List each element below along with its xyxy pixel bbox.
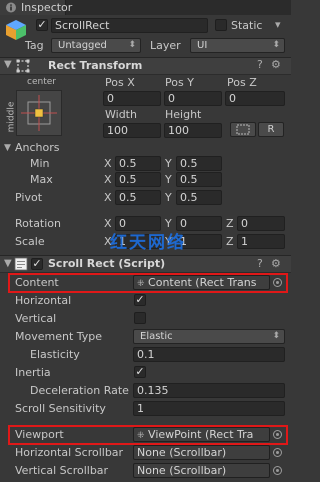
raw-edit-button[interactable]: R [258,122,284,137]
pivot-label: Pivot [15,191,43,204]
chevron-down-icon[interactable]: ▾ [275,18,281,31]
width-label: Width [105,108,137,121]
rect-transform-icon [16,59,30,73]
scroll-rect-title: Scroll Rect (Script) [48,257,166,270]
rect-transform-header[interactable] [0,57,291,75]
anchor-preset-button[interactable] [16,90,62,136]
object-picker-icon[interactable] [273,448,282,457]
pos-x-input[interactable]: 0 [103,91,161,106]
watermark-logo: 红天网络 [110,233,186,253]
horizontal-scrollbar-field[interactable]: None (Scrollbar) [133,445,270,460]
anchor-preset-icon [21,95,57,131]
tag-label: Tag [25,39,44,52]
min-y-input[interactable]: 0.5 [176,156,222,171]
foldout-arrow-icon[interactable]: ▼ [4,59,12,70]
static-checkbox[interactable] [215,19,227,31]
pos-y-input[interactable]: 0 [164,91,222,106]
layer-label: Layer [150,39,181,52]
pivot-y-input[interactable]: 0.5 [176,190,222,205]
active-checkbox[interactable]: ✓ [36,19,48,31]
pos-x-label: Pos X [105,76,135,89]
max-x-axis-label: X [104,173,112,186]
max-label: Max [30,173,53,186]
max-y-input[interactable]: 0.5 [176,172,222,187]
elasticity-input[interactable]: 0.1 [133,347,285,362]
scale-z-axis-label: Z [226,235,234,248]
scroll-sensitivity-label: Scroll Sensitivity [15,402,106,415]
pivot-x-input[interactable]: 0.5 [115,190,161,205]
vertical-scrollbar-field[interactable]: None (Scrollbar) [133,463,270,478]
min-label: Min [30,157,50,170]
max-y-axis-label: Y [165,173,172,186]
tab-inspector[interactable]: Inspector [0,0,72,15]
info-icon [6,2,16,13]
scroll-rect-enabled-checkbox[interactable]: ✓ [31,258,43,270]
tab-bar: Inspector [0,0,291,15]
settings-gear-icon[interactable]: ⚙ [271,257,281,270]
vertical-label: Vertical [15,312,57,325]
highlight-box [8,273,288,293]
pivot-y-axis-label: Y [165,191,172,204]
rect-transform-title: Rect Transform [48,59,143,72]
min-x-input[interactable]: 0.5 [115,156,161,171]
blueprint-mode-button[interactable] [230,122,256,137]
foldout-arrow-icon[interactable]: ▼ [4,258,12,269]
inertia-checkbox[interactable]: ✓ [134,366,146,378]
horizontal-checkbox[interactable]: ✓ [134,294,146,306]
layer-dropdown[interactable]: UI [190,38,285,53]
tag-dropdown[interactable]: Untagged [51,38,141,53]
max-x-input[interactable]: 0.5 [115,172,161,187]
pos-z-input[interactable]: 0 [225,91,285,106]
raw-edit-label: R [267,124,275,135]
horizontal-scrollbar-label: Horizontal Scrollbar [15,446,124,459]
anchors-foldout-icon[interactable]: ▼ [4,143,11,153]
pivot-x-axis-label: X [104,191,112,204]
tab-label: Inspector [21,1,73,14]
horizontal-label: Horizontal [15,294,72,307]
height-input[interactable]: 100 [164,123,222,138]
scale-z-input[interactable]: 1 [237,234,285,249]
rotation-z-input[interactable]: 0 [237,216,285,231]
vertical-checkbox[interactable] [134,312,146,324]
min-x-axis-label: X [104,157,112,170]
anchors-label: Anchors [15,141,60,154]
settings-gear-icon[interactable]: ⚙ [271,58,281,71]
pos-z-label: Pos Z [227,76,257,89]
inertia-label: Inertia [15,366,51,379]
vertical-scrollbar-label: Vertical Scrollbar [15,464,109,477]
anchor-h-label: center [27,77,56,87]
help-icon[interactable]: ? [257,58,263,71]
pos-y-label: Pos Y [165,76,194,89]
scale-label: Scale [15,235,45,248]
blueprint-icon [236,124,250,135]
width-input[interactable]: 100 [103,123,161,138]
highlight-box [8,425,288,445]
object-picker-icon[interactable] [273,466,282,475]
movement-type-label: Movement Type [15,330,103,343]
anchor-v-label: middle [6,101,17,133]
scroll-sensitivity-input[interactable]: 1 [133,401,285,416]
rot-z-axis-label: Z [226,217,234,230]
deceleration-rate-input[interactable]: 0.135 [133,383,285,398]
help-icon[interactable]: ? [257,257,263,270]
object-name-input[interactable]: ScrollRect [51,18,208,33]
rotation-label: Rotation [15,217,62,230]
height-label: Height [165,108,202,121]
movement-type-dropdown[interactable]: Elastic [133,329,285,344]
elasticity-label: Elasticity [30,348,80,361]
deceleration-rate-label: Deceleration Rate [30,384,129,397]
min-y-axis-label: Y [165,157,172,170]
script-icon [14,257,28,271]
static-label: Static [231,19,263,32]
